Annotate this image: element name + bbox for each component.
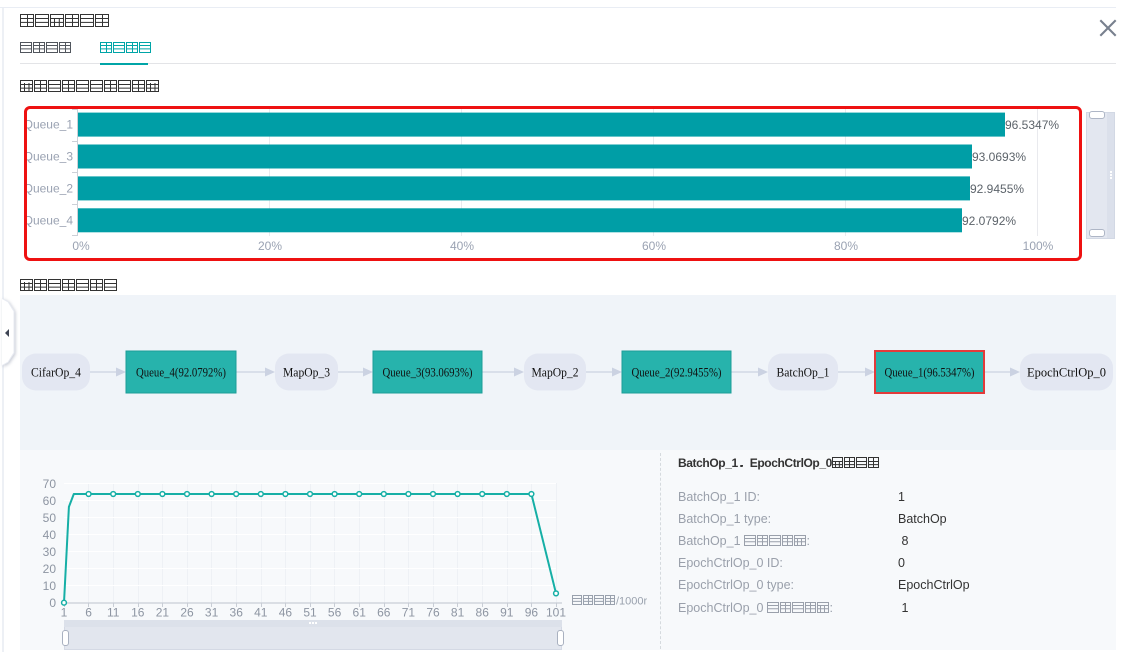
svg-text:100%: 100% (1023, 239, 1054, 253)
svg-text:61: 61 (353, 606, 367, 620)
svg-text:70: 70 (43, 477, 57, 491)
svg-text:CifarOp_4: CifarOp_4 (31, 365, 81, 380)
svg-text:1: 1 (61, 606, 68, 620)
svg-text:Queue_4(92.0792%): Queue_4(92.0792%) (136, 365, 226, 380)
svg-text:Queue_1: Queue_1 (27, 118, 73, 132)
svg-text:Queue_2(92.9455%): Queue_2(92.9455%) (632, 365, 722, 380)
svg-text:96: 96 (525, 606, 539, 620)
svg-text:11: 11 (107, 606, 120, 620)
svg-text:10: 10 (43, 579, 57, 593)
svg-text:MapOp_2: MapOp_2 (532, 365, 579, 380)
svg-text:31: 31 (205, 606, 219, 620)
svg-text:40: 40 (43, 528, 57, 542)
svg-text:30: 30 (43, 545, 57, 559)
svg-text:93.0693%: 93.0693% (972, 150, 1026, 164)
svg-text:41: 41 (254, 606, 268, 620)
svg-text:56: 56 (328, 606, 342, 620)
svg-text:MapOp_3: MapOp_3 (283, 365, 330, 380)
svg-text:6: 6 (85, 606, 92, 620)
svg-text:EpochCtrlOp_0: EpochCtrlOp_0 (1027, 365, 1106, 380)
svg-text:86: 86 (476, 606, 490, 620)
svg-text:92.0792%: 92.0792% (962, 214, 1016, 228)
svg-text:40%: 40% (450, 239, 474, 253)
svg-text:20%: 20% (258, 239, 282, 253)
svg-text:80%: 80% (834, 239, 858, 253)
svg-text:96.5347%: 96.5347% (1005, 118, 1059, 132)
svg-text:Queue_3: Queue_3 (27, 150, 73, 164)
svg-text:BatchOp_1: BatchOp_1 (777, 365, 830, 380)
svg-text:20: 20 (43, 562, 57, 576)
svg-text:Queue_4: Queue_4 (27, 213, 73, 227)
svg-text:81: 81 (451, 606, 465, 620)
svg-text:92.9455%: 92.9455% (970, 182, 1024, 196)
svg-text:Queue_1(96.5347%): Queue_1(96.5347%) (885, 365, 975, 380)
svg-text:60%: 60% (642, 239, 666, 253)
svg-text:36: 36 (230, 606, 244, 620)
svg-text:51: 51 (303, 606, 317, 620)
svg-text:76: 76 (426, 606, 440, 620)
svg-text:0: 0 (49, 596, 56, 610)
svg-text:71: 71 (402, 606, 416, 620)
svg-text:Queue_3(93.0693%): Queue_3(93.0693%) (383, 365, 473, 380)
svg-text:26: 26 (180, 606, 194, 620)
svg-text:101: 101 (546, 606, 566, 620)
svg-text:46: 46 (279, 606, 293, 620)
svg-text:16: 16 (131, 606, 145, 620)
svg-text:50: 50 (43, 511, 57, 525)
svg-text:21: 21 (156, 606, 170, 620)
svg-text:Queue_2: Queue_2 (27, 181, 73, 195)
svg-text:60: 60 (43, 494, 57, 508)
svg-text:0%: 0% (72, 239, 90, 253)
svg-text:66: 66 (377, 606, 391, 620)
svg-text:91: 91 (500, 606, 514, 620)
